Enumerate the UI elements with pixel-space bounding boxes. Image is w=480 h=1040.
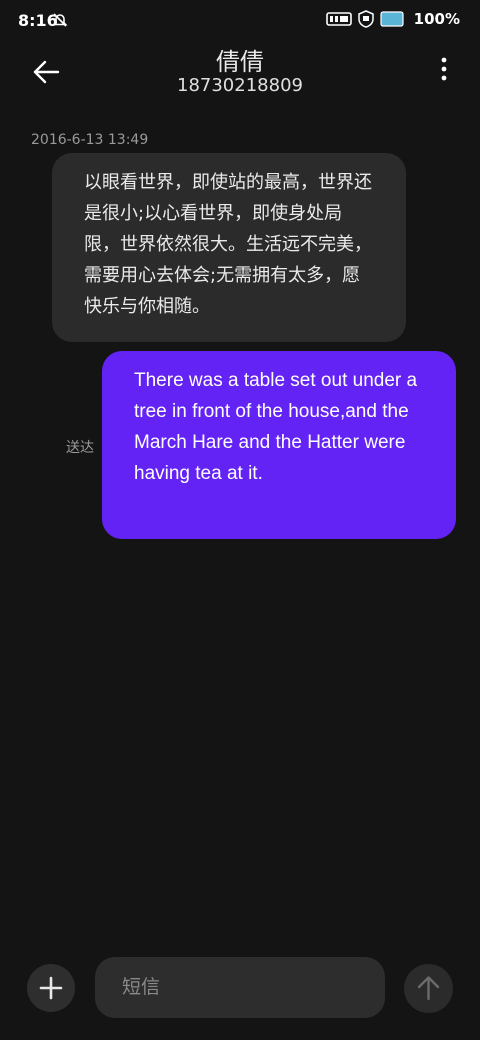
incoming-message-bubble[interactable]: 以眼看世界，即使站的最高，世界还是很小;以心看世界，即使身处局限，世界依然很大。…	[52, 153, 406, 342]
message-input-placeholder: 短信	[122, 976, 161, 998]
status-icons: 100%	[325, 10, 460, 28]
shield-icon	[357, 10, 374, 28]
message-timestamp: 2016-6-13 13:49	[31, 132, 149, 148]
delivery-status: 送达	[66, 440, 94, 456]
battery-percent: 100%	[413, 10, 460, 28]
bell-off-icon	[52, 12, 68, 28]
contact-name: 倩倩	[216, 48, 264, 76]
add-attachment-button[interactable]	[27, 964, 75, 1012]
message-input[interactable]: 短信	[95, 957, 385, 1018]
send-arrow-up-icon	[404, 964, 453, 1013]
battery-icon	[380, 11, 404, 27]
status-bar: 8:16 100%	[0, 0, 480, 42]
outgoing-message-bubble[interactable]: There was a table set out under a tree i…	[102, 351, 456, 539]
outgoing-message-text: There was a table set out under a tree i…	[134, 370, 418, 484]
network-icon	[325, 11, 352, 27]
conversation-header: 倩倩 18730218809	[0, 42, 480, 112]
more-vertical-icon[interactable]	[438, 56, 450, 82]
incoming-message-text: 以眼看世界，即使站的最高，世界还是很小;以心看世界，即使身处局限，世界依然很大。…	[84, 172, 372, 317]
plus-icon	[27, 964, 75, 1012]
contact-phone: 18730218809	[177, 75, 303, 96]
send-button[interactable]	[404, 964, 453, 1013]
